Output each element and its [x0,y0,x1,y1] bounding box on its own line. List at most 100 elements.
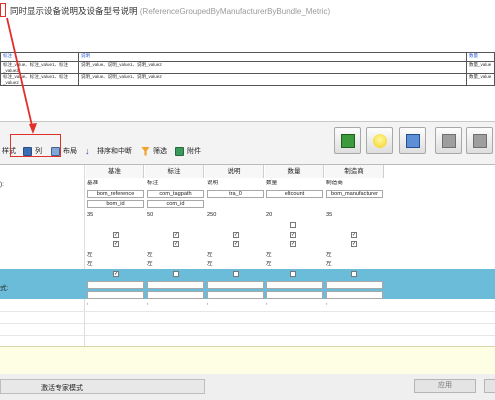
align-cell[interactable]: 左 [207,261,264,269]
column-checkbox[interactable]: ✓ [113,241,119,247]
preview-header-row: 标注 说明 数量 [0,52,495,62]
expert-mode-area: 激活专家模式 [0,379,205,394]
column-checkbox[interactable]: ✓ [290,232,296,238]
align-cell[interactable]: 左 [326,261,383,269]
align-cell[interactable]: 左 [266,252,323,260]
column-header[interactable]: 说明 [205,165,264,178]
column-checkbox[interactable]: ✓ [351,232,357,238]
column-checkbox[interactable]: ✓ [113,232,119,238]
dot-cell: , [147,300,149,306]
column-config-grid: ): 式: 基准 基准 bom_reference bom_id 35 ✓ ✓ … [0,164,495,347]
width-cell[interactable]: 35 [87,212,144,220]
row-label: ): [0,181,4,188]
grid-divider [84,165,85,347]
field-name-cell[interactable]: 标注 [147,180,204,188]
column-checkbox[interactable] [290,222,296,228]
table-button[interactable] [334,127,361,154]
layout-tab-label: 布局 [63,148,77,155]
field-name-cell[interactable]: 说明 [207,180,264,188]
sort-tab[interactable]: ↓ 排序和中断 [85,144,132,158]
column-checkbox[interactable] [290,271,296,277]
property-cell[interactable]: com_tagpath [147,190,204,198]
id-cell[interactable]: com_id [147,200,204,208]
column-checkbox[interactable]: ✓ [173,232,179,238]
width-cell[interactable]: 250 [207,212,264,220]
insert-column-left-button[interactable] [435,127,462,154]
field-name-cell[interactable]: 基准 [87,180,144,188]
align-cell[interactable]: 左 [147,261,204,269]
attachment-icon [175,146,184,156]
title-highlight-mark [0,3,6,17]
preview-row: 标注_value、标注_value1、标注_value2 说明_value、说明… [0,61,495,74]
dot-cell: , [326,300,328,306]
property-cell[interactable]: bom_manufacturer [326,190,383,198]
report-preview: 标注 说明 数量 标注_value、标注_value1、标注_value2 说明… [0,22,495,122]
row-label: 式: [0,285,9,292]
band-cell[interactable] [326,281,383,289]
filter-tab-label: 筛选 [153,148,167,155]
sort-icon: ↓ [85,145,90,156]
property-cell[interactable]: eltcount [266,190,323,198]
bulb-icon [373,134,387,148]
band-cell[interactable] [147,291,204,299]
column-checkbox[interactable]: ✓ [290,241,296,247]
column-header[interactable]: 基准 [86,165,144,178]
band-cell[interactable] [326,291,383,299]
band-cell[interactable] [207,281,264,289]
align-cell[interactable]: 左 [266,261,323,269]
align-cell[interactable]: 左 [87,252,144,260]
column-checkbox[interactable]: ✓ [233,241,239,247]
attachment-tab[interactable]: 附件 [175,144,201,158]
attachment-tab-label: 附件 [187,148,201,155]
band-cell[interactable] [87,291,144,299]
width-cell[interactable]: 20 [266,212,323,220]
column-checkbox[interactable]: ✓ [173,241,179,247]
expert-mode-label[interactable]: 激活专家模式 [41,383,83,393]
column-header[interactable]: 制造商 [325,165,384,178]
filter-icon [141,146,150,156]
width-cell[interactable]: 50 [147,212,204,220]
field-name-cell[interactable]: 数量 [266,180,323,188]
preview-cell: 标注_value、标注_value1、标注_value2 [0,61,79,74]
id-cell[interactable] [207,200,264,208]
property-cell[interactable]: bom_reference [87,190,144,198]
column-checkbox[interactable]: ✓ [351,241,357,247]
band-cell[interactable] [207,291,264,299]
preview-row: 标注_value、标注_value1、标注_value2 说明_value、说明… [0,73,495,86]
column-header[interactable]: 标注 [145,165,204,178]
band-cell[interactable] [147,281,204,289]
apply-button[interactable]: 应用 [414,379,476,393]
title-bar: 同时显示设备说明及设备型号说明 (ReferenceGroupedByManuf… [0,0,495,22]
column-tab-highlight [10,134,61,157]
property-cell[interactable]: tra_0 [207,190,264,198]
insert-column-right-button[interactable] [466,127,493,154]
column-header[interactable]: 数量 [265,165,324,178]
align-cell[interactable]: 左 [87,261,144,269]
column-checkbox[interactable] [173,271,179,277]
hint-button[interactable] [366,127,393,154]
column-checkbox[interactable]: ✓ [113,271,119,277]
id-cell[interactable] [326,200,383,208]
field-name-cell[interactable]: 制造商 [326,180,383,188]
width-cell[interactable]: 35 [326,212,383,220]
sort-tab-label: 排序和中断 [97,148,132,155]
align-cell[interactable]: 左 [326,252,383,260]
extra-button[interactable] [484,379,495,393]
align-cell[interactable]: 左 [207,252,264,260]
preview-button[interactable] [399,127,426,154]
band-cell[interactable] [87,281,144,289]
insert-right-icon [473,134,487,148]
grid-row-line [0,311,495,312]
dot-cell: , [266,300,268,306]
id-cell[interactable] [266,200,323,208]
column-checkbox[interactable]: ✓ [233,232,239,238]
preview-icon [406,134,420,148]
column-checkbox[interactable] [351,271,357,277]
filter-tab[interactable]: 筛选 [141,144,167,158]
band-cell[interactable] [266,291,323,299]
id-cell[interactable]: bom_id [87,200,144,208]
column-checkbox[interactable] [233,271,239,277]
align-cell[interactable]: 左 [147,252,204,260]
preview-cell: 数量_value [466,61,495,74]
band-cell[interactable] [266,281,323,289]
